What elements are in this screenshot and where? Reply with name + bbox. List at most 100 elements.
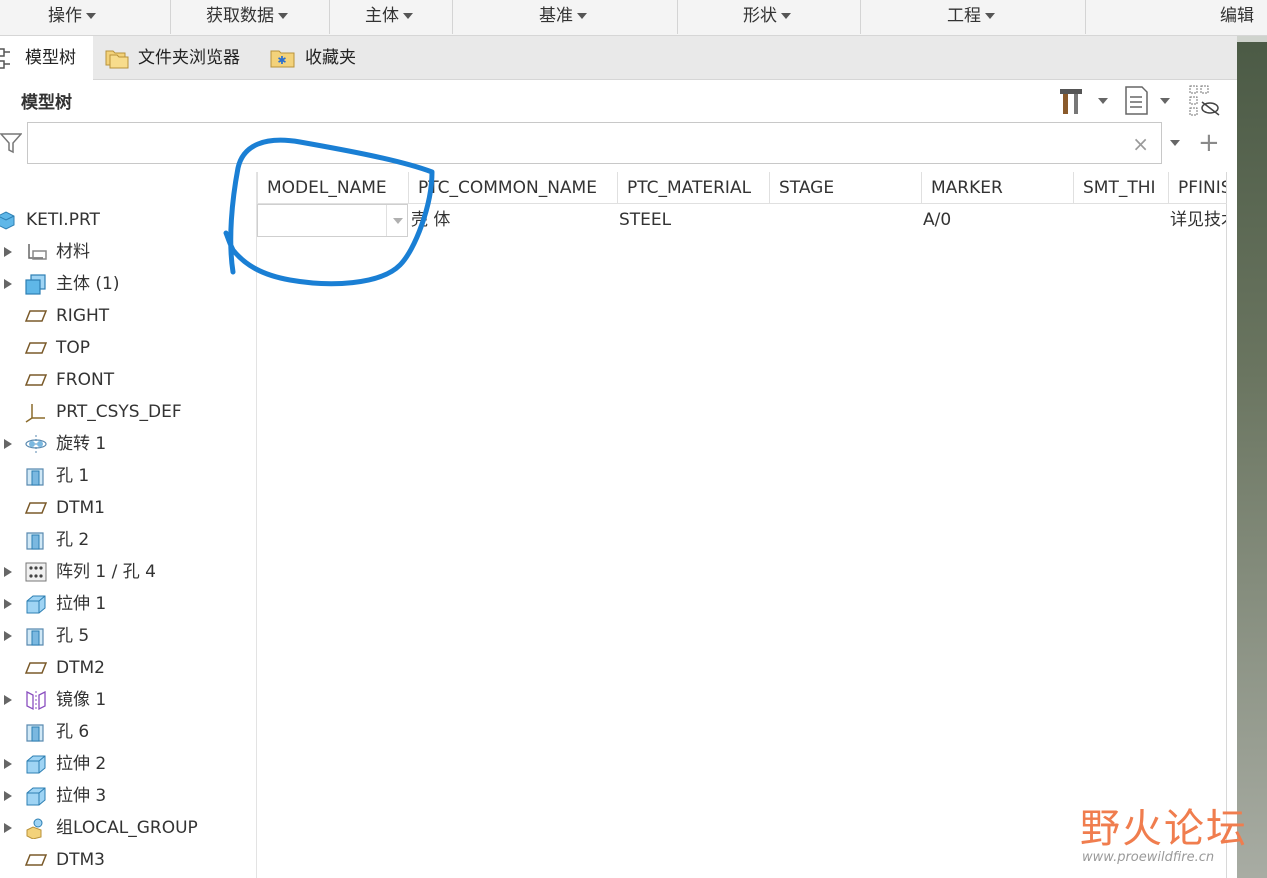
tree-item[interactable]: 组LOCAL_GROUP	[0, 812, 256, 844]
menu-body[interactable]: 主体	[365, 0, 413, 34]
tab-folder-browser[interactable]: 文件夹浏览器	[100, 36, 260, 80]
cell-stage[interactable]	[779, 205, 919, 235]
tree-item[interactable]: 孔 6	[0, 716, 256, 748]
tree-item-label: 镜像 1	[56, 690, 107, 710]
menu-separator	[452, 0, 453, 34]
column-header[interactable]: STAGE	[769, 172, 921, 204]
expand-arrow-icon[interactable]	[4, 631, 12, 641]
datum-plane-icon	[24, 310, 48, 322]
tree-item-label: 旋转 1	[56, 434, 107, 454]
expand-arrow-icon[interactable]	[4, 439, 12, 449]
cell-smt-thi[interactable]	[1075, 205, 1165, 235]
menu-get-data[interactable]: 获取数据	[206, 0, 288, 34]
part-icon	[0, 211, 15, 230]
search-box[interactable]: ×	[27, 122, 1162, 164]
chevron-down-icon	[278, 13, 288, 19]
tree-item[interactable]: 材料	[0, 236, 256, 268]
tree-item[interactable]: DTM2	[0, 652, 256, 684]
tree-item[interactable]: 孔 1	[0, 460, 256, 492]
folder-browser-icon	[105, 50, 129, 69]
tree-item[interactable]: 镜像 1	[0, 684, 256, 716]
expand-arrow-icon[interactable]	[4, 567, 12, 577]
coordinate-system-icon	[25, 404, 45, 423]
extrude-icon	[26, 755, 46, 774]
list-icon	[1125, 86, 1148, 115]
ribbon-menubar	[0, 0, 1267, 36]
tree-item[interactable]: 拉伸 1	[0, 588, 256, 620]
column-header[interactable]: MODEL_NAME	[257, 172, 408, 204]
menu-edit[interactable]: 编辑	[1220, 0, 1254, 34]
tab-favorites[interactable]: ✱ 收藏夹	[268, 36, 368, 80]
filter-icon[interactable]	[0, 131, 22, 155]
watermark-title: 野火论坛	[1080, 806, 1248, 852]
tree-item[interactable]: 孔 2	[0, 524, 256, 556]
group-icon	[26, 818, 43, 839]
search-input[interactable]	[34, 129, 1124, 157]
expand-arrow-icon[interactable]	[4, 695, 12, 705]
tree-item[interactable]: 阵列 1 / 孔 4	[0, 556, 256, 588]
menu-operations[interactable]: 操作	[48, 0, 96, 34]
expand-arrow-icon[interactable]	[4, 599, 12, 609]
tree-item[interactable]: 孔 5	[0, 620, 256, 652]
tree-item[interactable]: 旋转 1	[0, 428, 256, 460]
table-right-border	[1226, 172, 1227, 878]
tree-item[interactable]: DTM3	[0, 844, 256, 876]
expand-arrow-icon[interactable]	[4, 247, 12, 257]
tree-item[interactable]: FRONT	[0, 364, 256, 396]
tools-icon	[1060, 89, 1082, 114]
search-options-dropdown[interactable]	[1170, 140, 1180, 146]
column-header[interactable]: PTC_MATERIAL	[617, 172, 769, 204]
tree-item-label: 主体 (1)	[56, 274, 120, 294]
menu-separator	[1085, 0, 1086, 34]
cell-ptc-common-name[interactable]: 壳 体	[411, 205, 611, 235]
cell-marker[interactable]: A/0	[923, 205, 1063, 235]
settings-tools-button[interactable]	[1057, 84, 1113, 118]
tree-table-divider[interactable]	[256, 172, 257, 878]
model-name-combobox[interactable]	[257, 204, 408, 237]
menu-separator	[860, 0, 861, 34]
favorites-icon: ✱	[270, 50, 295, 68]
expand-arrow-icon[interactable]	[4, 759, 12, 769]
menu-separator	[329, 0, 330, 34]
tree-item-label: FRONT	[56, 370, 115, 390]
menu-engineering[interactable]: 工程	[947, 0, 995, 34]
expand-arrow-icon[interactable]	[4, 791, 12, 801]
expand-arrow-icon[interactable]	[4, 823, 12, 833]
chevron-down-icon	[1160, 98, 1170, 104]
tree-item[interactable]: DTM1	[0, 492, 256, 524]
tree-item-label: 拉伸 1	[56, 594, 107, 614]
tree-item[interactable]: 主体 (1)	[0, 268, 256, 300]
panel-title: 模型树	[21, 93, 72, 113]
tree-item[interactable]: 拉伸 3	[0, 780, 256, 812]
tree-item-label: 阵列 1 / 孔 4	[56, 562, 156, 582]
mirror-icon	[26, 690, 46, 711]
chevron-down-icon	[985, 13, 995, 19]
clear-search-icon[interactable]: ×	[1132, 132, 1149, 156]
tree-item-label: 孔 2	[56, 530, 90, 550]
tree-root[interactable]: KETI.PRT	[0, 204, 256, 236]
column-header[interactable]: PFINISH	[1168, 172, 1226, 204]
column-header[interactable]: MARKER	[921, 172, 1073, 204]
menu-shapes[interactable]: 形状	[743, 0, 791, 34]
tree-item[interactable]: RIGHT	[0, 300, 256, 332]
menu-datum[interactable]: 基准	[539, 0, 587, 34]
datum-plane-icon	[24, 342, 48, 354]
cell-pfinish[interactable]: 详见技术	[1170, 205, 1226, 235]
show-list-button[interactable]	[1122, 84, 1178, 118]
expand-arrow-icon[interactable]	[4, 279, 12, 289]
graphics-window-edge-top	[1237, 36, 1267, 42]
tree-item[interactable]: PRT_CSYS_DEF	[0, 396, 256, 428]
model-tree-icon	[0, 48, 10, 69]
column-header[interactable]: PTC_COMMON_NAME	[408, 172, 617, 204]
tab-model-tree[interactable]: 模型树	[0, 36, 93, 80]
menu-separator	[677, 0, 678, 34]
chevron-down-icon	[86, 13, 96, 19]
watermark-url: www.proewildfire.cn	[1082, 850, 1215, 865]
tree-item[interactable]: 拉伸 2	[0, 748, 256, 780]
hide-items-button[interactable]	[1188, 84, 1222, 118]
column-header[interactable]: SMT_THI	[1073, 172, 1168, 204]
cell-ptc-material[interactable]: STEEL	[619, 205, 759, 235]
tree-item[interactable]: TOP	[0, 332, 256, 364]
tree-item-label: DTM2	[56, 658, 105, 678]
add-filter-icon[interactable]: +	[1198, 130, 1220, 156]
